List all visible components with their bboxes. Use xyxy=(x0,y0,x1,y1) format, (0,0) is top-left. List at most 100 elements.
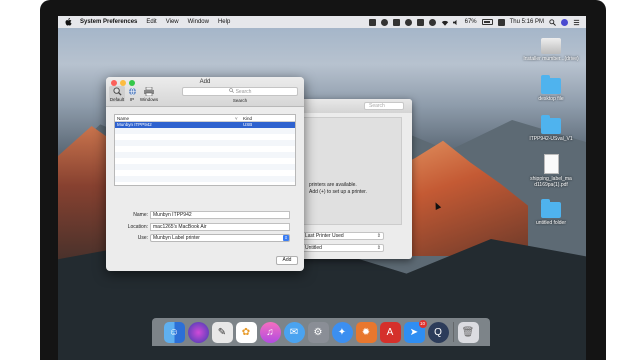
siri-icon[interactable] xyxy=(187,321,209,343)
notification-badge: 10 xyxy=(418,319,427,328)
document-icon xyxy=(543,154,559,174)
default-paper-select[interactable]: Untitled ⇕ xyxy=(302,244,384,252)
menu-app-name[interactable]: System Preferences xyxy=(80,19,137,25)
location-row: Location: mac1265's MacBook Air xyxy=(114,223,296,232)
add-search-field[interactable]: Search xyxy=(182,87,298,96)
default-printer-select[interactable]: Last Printer Used ⇕ xyxy=(302,232,384,240)
folder-icon xyxy=(541,199,561,218)
desktop-item-label: ITPP942-USval_V1 xyxy=(529,136,573,142)
sort-chevron-icon: ˅ xyxy=(235,115,238,121)
printers-search-field[interactable]: Search xyxy=(364,102,404,110)
windows-printer-icon xyxy=(144,86,154,96)
select-stepper-icon: ⇕ xyxy=(283,235,289,241)
battery-percent[interactable]: 67% xyxy=(465,19,477,25)
battery-icon[interactable] xyxy=(481,19,493,25)
siri-menubar-icon[interactable] xyxy=(561,18,568,26)
window-title: Add xyxy=(199,79,211,85)
location-label: Location: xyxy=(127,224,148,230)
dock: ☺ ✎ ✿ ♫ ✉ ⚙ ✦ ✹ A ➤ 10 Q 🗑 xyxy=(152,318,490,346)
column-kind[interactable]: Kind xyxy=(243,116,252,121)
settings-app-icon[interactable]: ✹ xyxy=(355,321,377,343)
use-row: Use: Munbyn Label printer ⇕ xyxy=(114,234,296,243)
status-circle-icon[interactable] xyxy=(380,18,388,26)
name-field[interactable]: Munbyn ITPP942 xyxy=(150,211,290,219)
printer-list-header: Name ˅ Kind xyxy=(115,115,295,122)
desktop-item-itpp942[interactable]: ITPP942-USval_V1 xyxy=(516,114,586,142)
desktop-item-shipping-label-pdf[interactable]: shipping_label_ma d1169pa(1).pdf xyxy=(516,154,586,188)
search-icon xyxy=(228,88,234,95)
quicktime-icon[interactable]: Q xyxy=(427,321,449,343)
menu-edit[interactable]: Edit xyxy=(146,19,156,25)
menubar: System Preferences Edit View Window Help… xyxy=(58,16,586,28)
select-chevron-icon: ⇕ xyxy=(376,233,381,239)
no-printers-message: printers are available. xyxy=(309,182,357,188)
airmail-icon[interactable]: ➤ 10 xyxy=(403,319,427,343)
dock-separator xyxy=(452,322,454,342)
toolbar-windows-label: Windows xyxy=(139,97,159,102)
default-printer-icon xyxy=(112,86,122,96)
menu-window[interactable]: Window xyxy=(188,19,209,25)
folder-icon xyxy=(541,115,561,134)
globe-icon xyxy=(127,86,137,96)
wifi-icon[interactable] xyxy=(441,19,448,26)
menubar-status-area: 67% Thu 5:16 PM xyxy=(368,18,580,26)
folder-icon xyxy=(541,75,561,94)
itunes-icon[interactable]: ♫ xyxy=(259,321,281,343)
add-printer-hint: Add (+) to set up a printer. xyxy=(309,189,367,195)
add-printer-window: Add Default IP Windows Search Search Nam… xyxy=(106,77,304,271)
trash-icon[interactable]: 🗑 xyxy=(457,321,479,343)
printer-list-rows: Munbyn ITPP942 USB xyxy=(115,122,295,182)
desktop-item-label: Installer mumber...(drive) xyxy=(523,56,579,62)
spotlight-icon[interactable] xyxy=(549,18,556,26)
desktop-item-untitled-folder[interactable]: untitled folder xyxy=(516,198,586,226)
toolbar-ip[interactable]: IP xyxy=(124,86,140,102)
printers-window-toolbar: Search xyxy=(298,99,412,113)
screen: System Preferences Edit View Window Help… xyxy=(58,16,586,360)
status-dropbox-icon[interactable] xyxy=(392,18,400,26)
toolbar-default-label: Default xyxy=(109,97,125,102)
driver-select-value: Munbyn Label printer xyxy=(153,235,200,241)
default-printer-value: Last Printer Used xyxy=(305,233,344,239)
desktop-item-label: desktop file xyxy=(538,96,564,102)
volume-icon[interactable] xyxy=(452,19,460,26)
acrobat-icon[interactable]: A xyxy=(379,321,401,343)
desktop-item-label: untitled folder xyxy=(535,220,567,226)
driver-select[interactable]: Munbyn Label printer ⇕ xyxy=(150,234,290,242)
menubar-clock[interactable]: Thu 5:16 PM xyxy=(510,19,544,25)
add-button[interactable]: Add xyxy=(276,256,298,265)
finder-icon[interactable]: ☺ xyxy=(163,321,185,343)
printers-detail-panel: printers are available. Add (+) to set u… xyxy=(302,117,402,225)
notification-center-icon[interactable] xyxy=(573,19,580,26)
status-screen-icon[interactable] xyxy=(416,18,424,26)
default-paper-value: Untitled xyxy=(305,245,322,251)
printer-list: Name ˅ Kind Munbyn ITPP942 USB xyxy=(114,114,296,186)
notes-icon[interactable]: ✎ xyxy=(211,321,233,343)
status-sync-icon[interactable] xyxy=(404,18,412,26)
toolbar-windows[interactable]: Windows xyxy=(139,86,159,102)
search-label: Search xyxy=(232,98,248,103)
photos-icon[interactable]: ✿ xyxy=(235,321,257,343)
use-label: Use: xyxy=(137,235,148,241)
select-chevron-icon: ⇕ xyxy=(376,245,381,251)
status-recorder-icon[interactable] xyxy=(428,18,436,26)
add-window-titlebar: Add Default IP Windows Search Search xyxy=(106,77,304,107)
menu-help[interactable]: Help xyxy=(218,19,230,25)
desktop-item-label: shipping_label_ma d1169pa(1).pdf xyxy=(530,176,572,188)
name-label: Name: xyxy=(133,212,148,218)
input-source-icon[interactable] xyxy=(497,18,505,26)
drive-icon xyxy=(541,38,561,54)
desktop-item-desktop-file[interactable]: desktop file xyxy=(516,74,586,102)
menu-view[interactable]: View xyxy=(166,19,179,25)
toolbar-default[interactable]: Default xyxy=(109,86,125,102)
printers-scanners-window: Search printers are available. Add (+) t… xyxy=(298,99,412,259)
column-name[interactable]: Name xyxy=(117,116,129,121)
table-row-empty xyxy=(115,176,295,182)
status-app-icon[interactable] xyxy=(368,18,376,26)
apple-menu-icon[interactable] xyxy=(64,18,72,26)
system-preferences-icon[interactable]: ⚙ xyxy=(307,321,329,343)
search-placeholder: Search xyxy=(235,88,252,95)
desktop-item-installer[interactable]: Installer mumber...(drive) xyxy=(516,34,586,62)
location-field[interactable]: mac1265's MacBook Air xyxy=(150,223,290,231)
safari-icon[interactable]: ✦ xyxy=(331,321,353,343)
messages-icon[interactable]: ✉ xyxy=(283,321,305,343)
